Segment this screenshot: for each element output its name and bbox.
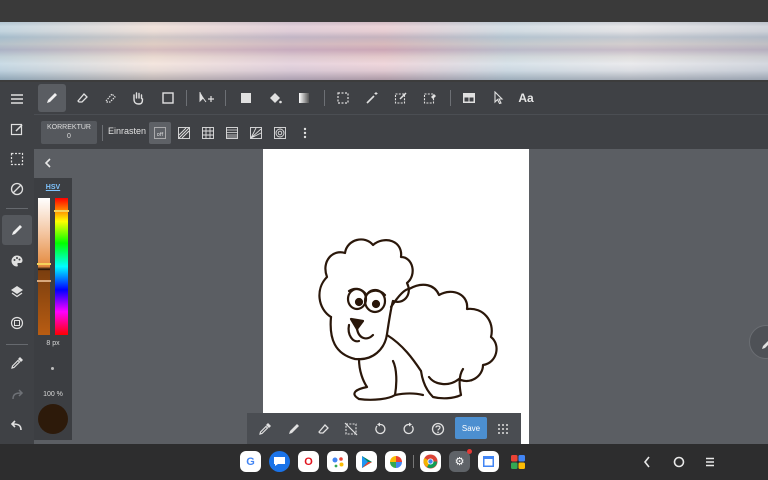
magic-wand-icon[interactable]	[358, 84, 386, 112]
more-options-icon[interactable]	[294, 122, 316, 144]
brush-preview-dot	[51, 367, 54, 370]
drawing-canvas[interactable]	[263, 149, 529, 444]
materials-icon[interactable]	[2, 308, 32, 338]
eyedropper-icon[interactable]	[2, 348, 32, 378]
snap-grid-icon[interactable]	[197, 122, 219, 144]
layers-icon[interactable]	[2, 277, 32, 307]
snap-concentric-icon[interactable]	[269, 122, 291, 144]
grid-icon[interactable]	[491, 417, 515, 441]
blur-icon[interactable]	[96, 84, 124, 112]
undo-icon[interactable]	[2, 411, 32, 441]
pointer-icon[interactable]	[484, 84, 512, 112]
select-eraser-icon[interactable]	[416, 84, 444, 112]
top-toolbar: Aa	[34, 82, 768, 114]
back-button[interactable]	[637, 452, 657, 472]
edit-icon[interactable]	[2, 114, 32, 144]
snap-label: Einrasten	[108, 126, 147, 136]
snap-radial-icon[interactable]	[245, 122, 267, 144]
gradient-icon[interactable]	[290, 84, 318, 112]
hue-marker[interactable]	[54, 210, 69, 212]
left-rail	[0, 82, 34, 444]
selection-icon[interactable]	[2, 144, 32, 174]
select-rect-icon[interactable]	[329, 84, 357, 112]
correction-value: 0	[67, 132, 71, 140]
save-button[interactable]: Save	[455, 417, 487, 439]
blurred-banner	[0, 22, 768, 80]
value-marker[interactable]	[37, 280, 51, 282]
bottom-toolbar: Save	[247, 413, 521, 444]
eyedropper-icon[interactable]	[253, 417, 277, 441]
snap-horizontal-icon[interactable]	[221, 122, 243, 144]
correction-label: KORREKTUR	[47, 124, 91, 131]
saturation-value-slider[interactable]	[38, 198, 50, 335]
correction-button[interactable]: KORREKTUR 0	[41, 121, 97, 144]
snap-off-button[interactable]: off	[149, 122, 171, 144]
subbar-divider	[102, 125, 103, 141]
toolbar-divider	[225, 90, 226, 106]
rail-divider	[6, 208, 28, 209]
fill-rect-icon[interactable]	[232, 84, 260, 112]
pen-icon[interactable]	[38, 84, 66, 112]
bucket-icon[interactable]	[261, 84, 289, 112]
text-tool-button[interactable]: Aa	[512, 84, 540, 112]
eraser-icon[interactable]	[311, 417, 335, 441]
clear-selection-icon[interactable]	[339, 417, 363, 441]
hand-icon[interactable]	[124, 84, 152, 112]
sheep-drawing	[318, 238, 498, 401]
shape-icon[interactable]	[154, 84, 182, 112]
home-button[interactable]	[669, 452, 689, 472]
color-panel: HSV 8 px 100 %	[34, 178, 72, 440]
overview-button[interactable]	[700, 452, 720, 472]
eraser-icon[interactable]	[68, 84, 96, 112]
redo-icon[interactable]	[2, 380, 32, 410]
rail-divider	[6, 344, 28, 345]
messages-icon[interactable]	[269, 451, 290, 472]
snap-parallel-icon[interactable]	[173, 122, 195, 144]
notification-dot	[467, 449, 472, 454]
tool-options-bar: KORREKTUR 0 Einrasten off	[34, 114, 768, 149]
move-icon[interactable]	[193, 84, 221, 112]
pencil-icon[interactable]	[282, 417, 306, 441]
color-mode-link[interactable]: HSV	[34, 184, 72, 191]
pencil-icon	[762, 341, 768, 349]
no-entry-icon[interactable]	[2, 174, 32, 204]
rotate-right-icon[interactable]	[397, 417, 421, 441]
photos-icon[interactable]	[385, 451, 406, 472]
select-pen-icon[interactable]	[387, 84, 415, 112]
sv-marker[interactable]	[37, 263, 51, 265]
palette-icon[interactable]	[2, 246, 32, 276]
calendar-icon[interactable]	[478, 451, 499, 472]
toolbar-divider	[324, 90, 325, 106]
shelf-divider	[413, 455, 414, 468]
panel-icon[interactable]	[455, 84, 483, 112]
chrome-icon[interactable]	[420, 451, 441, 472]
status-strip	[0, 0, 768, 22]
opera-icon[interactable]: O	[298, 451, 319, 472]
assistant-icon[interactable]	[327, 451, 348, 472]
pencil-icon[interactable]	[2, 215, 32, 245]
help-icon[interactable]	[426, 417, 450, 441]
opacity-label[interactable]: 100 %	[34, 391, 72, 398]
toolbar-divider	[186, 90, 187, 106]
hue-slider[interactable]	[55, 198, 68, 335]
app-grid-icon[interactable]	[507, 451, 528, 472]
snap-off-text: off	[157, 132, 164, 138]
text-tool-label: Aa	[518, 91, 534, 105]
menu-icon[interactable]	[2, 84, 32, 114]
rotate-left-icon[interactable]	[368, 417, 392, 441]
current-color-swatch[interactable]	[38, 404, 68, 434]
brush-size-label[interactable]: 8 px	[34, 340, 72, 347]
google-icon[interactable]: G	[240, 451, 261, 472]
settings-icon[interactable]: ⚙	[449, 451, 470, 472]
collapse-panel-icon[interactable]	[40, 154, 56, 172]
play-store-icon[interactable]	[356, 451, 377, 472]
toolbar-divider	[450, 90, 451, 106]
